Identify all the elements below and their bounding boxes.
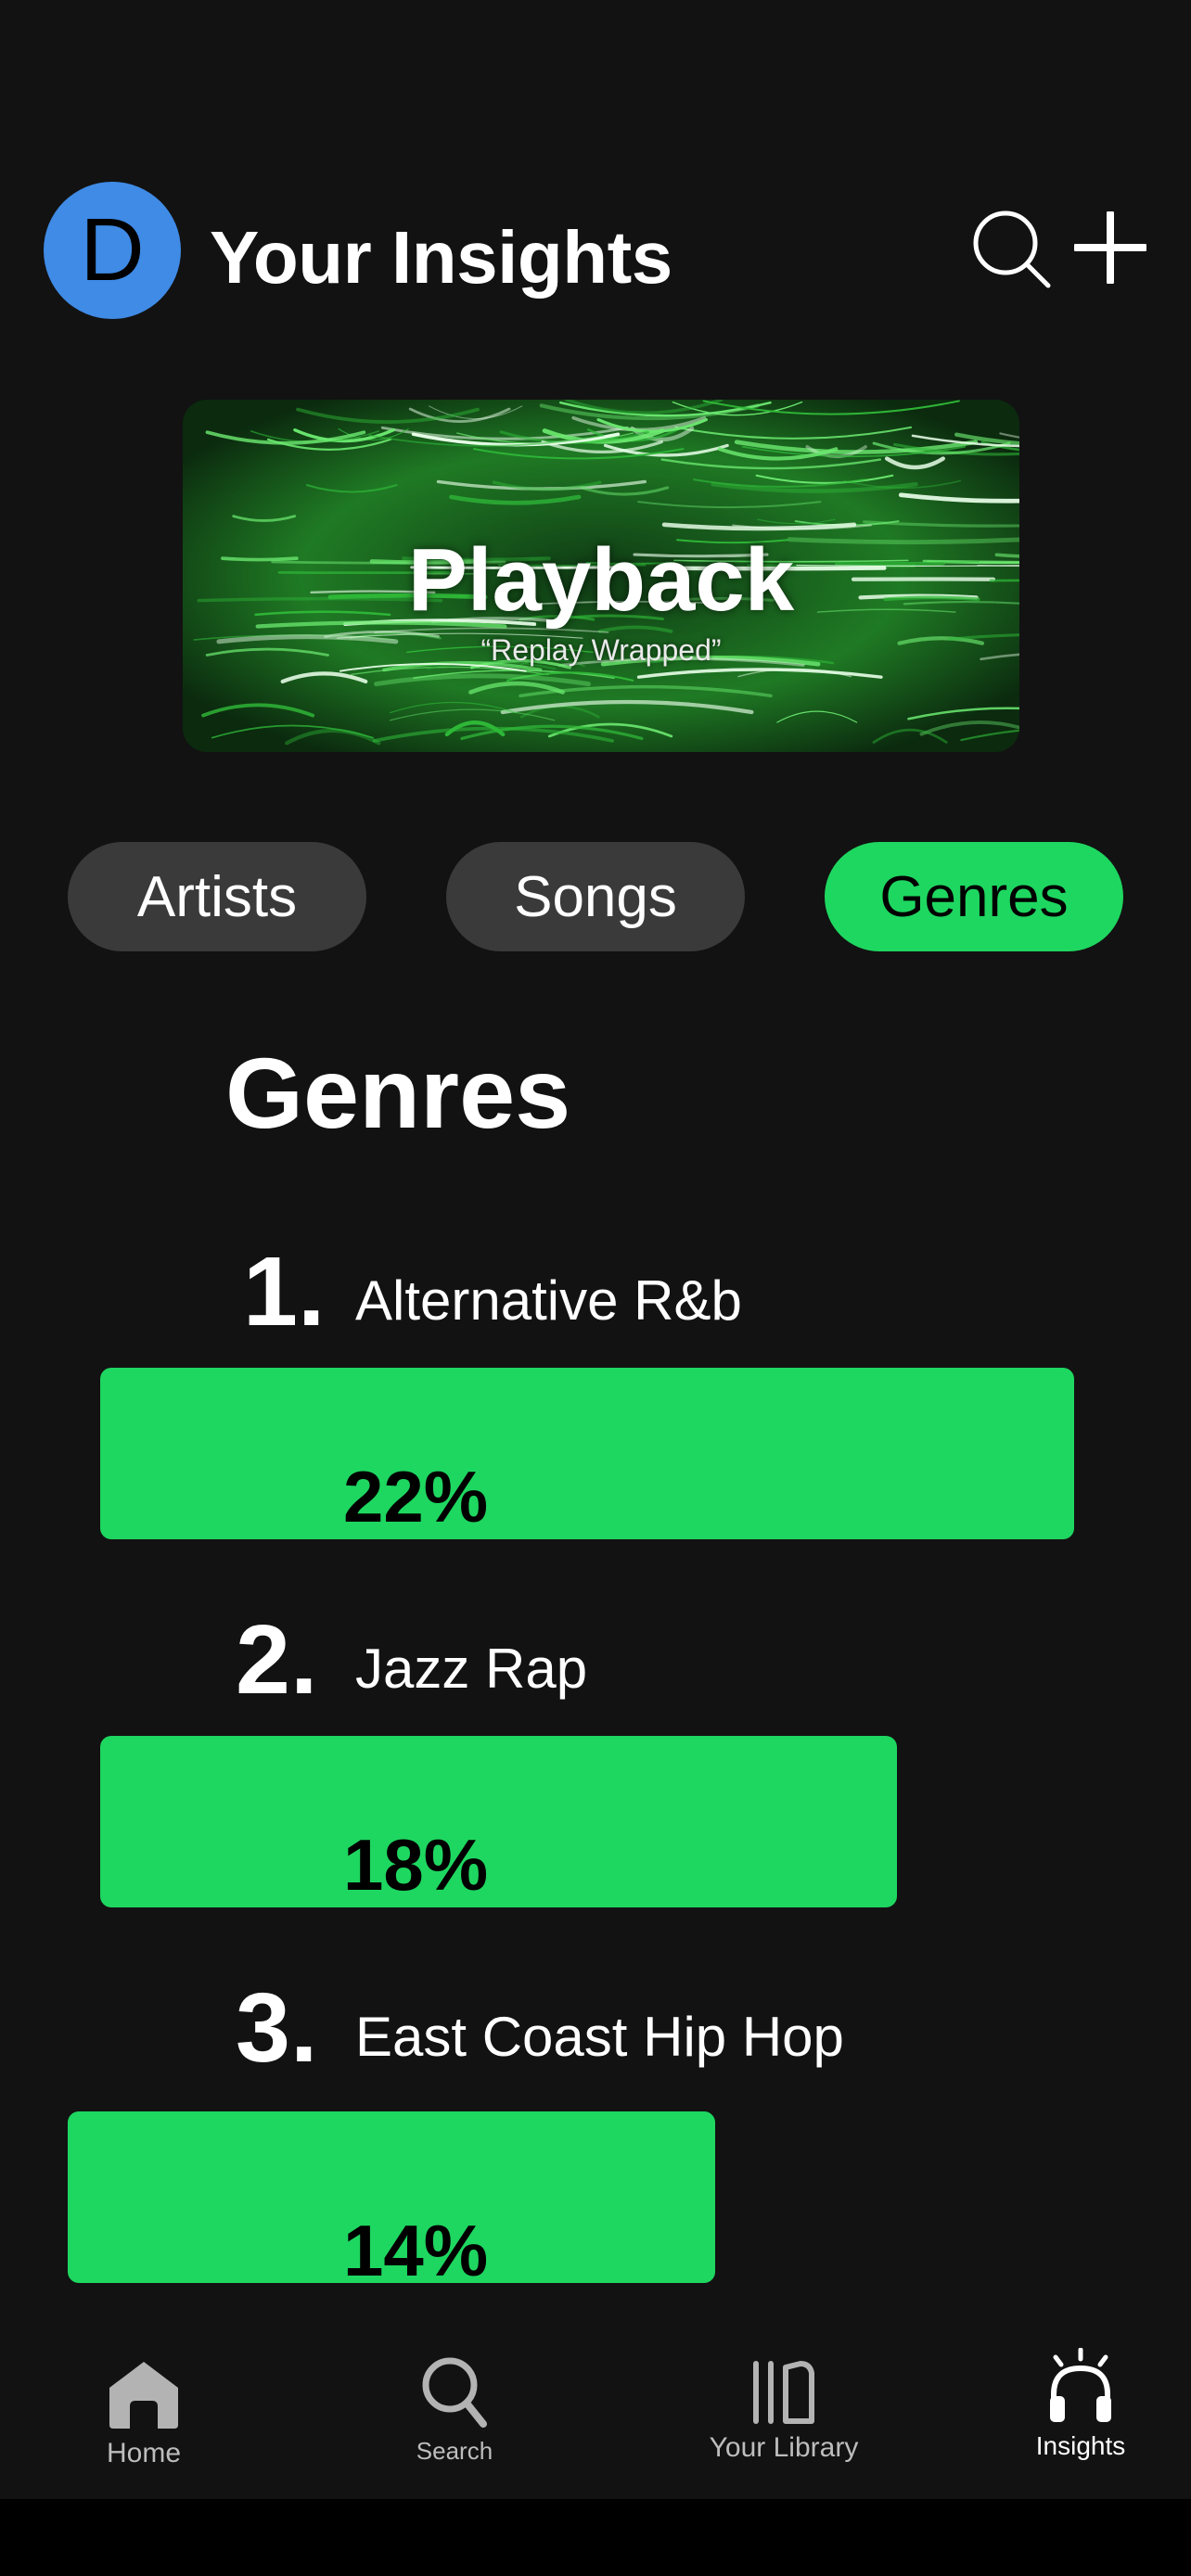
genre-rank: 3.	[236, 1973, 318, 2083]
plus-icon[interactable]	[1072, 210, 1148, 286]
nav-label: Your Library	[709, 2432, 859, 2463]
genre-percent: 22%	[343, 1456, 489, 1537]
nav-label: Search	[416, 2437, 493, 2465]
genre-percent: 18%	[343, 1824, 489, 1906]
page-title: Your Insights	[210, 216, 672, 299]
banner-title: Playback	[407, 530, 795, 630]
genre-name: Alternative R&b	[355, 1269, 742, 1332]
genre-bar	[100, 1736, 897, 1907]
nav-home[interactable]: Home	[74, 2360, 213, 2469]
playback-banner[interactable]: Playback “Replay Wrapped”	[183, 400, 1019, 752]
tab-genres[interactable]: Genres	[825, 842, 1123, 951]
genre-name: Jazz Rap	[355, 1638, 588, 1700]
home-indicator-area	[0, 2499, 1191, 2576]
nav-your-library[interactable]: Your Library	[691, 2360, 877, 2464]
genre-bar	[100, 1368, 1074, 1539]
nav-search[interactable]: Search	[385, 2355, 524, 2466]
genre-name: East Coast Hip Hop	[355, 2006, 844, 2068]
tab-artists[interactable]: Artists	[68, 842, 366, 951]
nav-label: Home	[106, 2438, 182, 2468]
genre-percent: 14%	[343, 2210, 489, 2291]
home-icon	[109, 2362, 178, 2429]
library-icon	[753, 2361, 814, 2424]
headphones-icon	[1050, 2348, 1111, 2422]
search-icon	[422, 2357, 487, 2428]
avatar[interactable]: D	[44, 182, 181, 319]
nav-label: Insights	[1035, 2431, 1126, 2460]
tab-songs[interactable]: Songs	[446, 842, 745, 951]
section-title: Genres	[225, 1037, 571, 1149]
genre-rank: 1.	[243, 1237, 326, 1346]
search-icon[interactable]	[972, 210, 1052, 289]
genre-rank: 2.	[236, 1605, 318, 1715]
nav-insights[interactable]: Insights	[1011, 2348, 1150, 2461]
banner-subtitle: “Replay Wrapped”	[480, 633, 722, 667]
